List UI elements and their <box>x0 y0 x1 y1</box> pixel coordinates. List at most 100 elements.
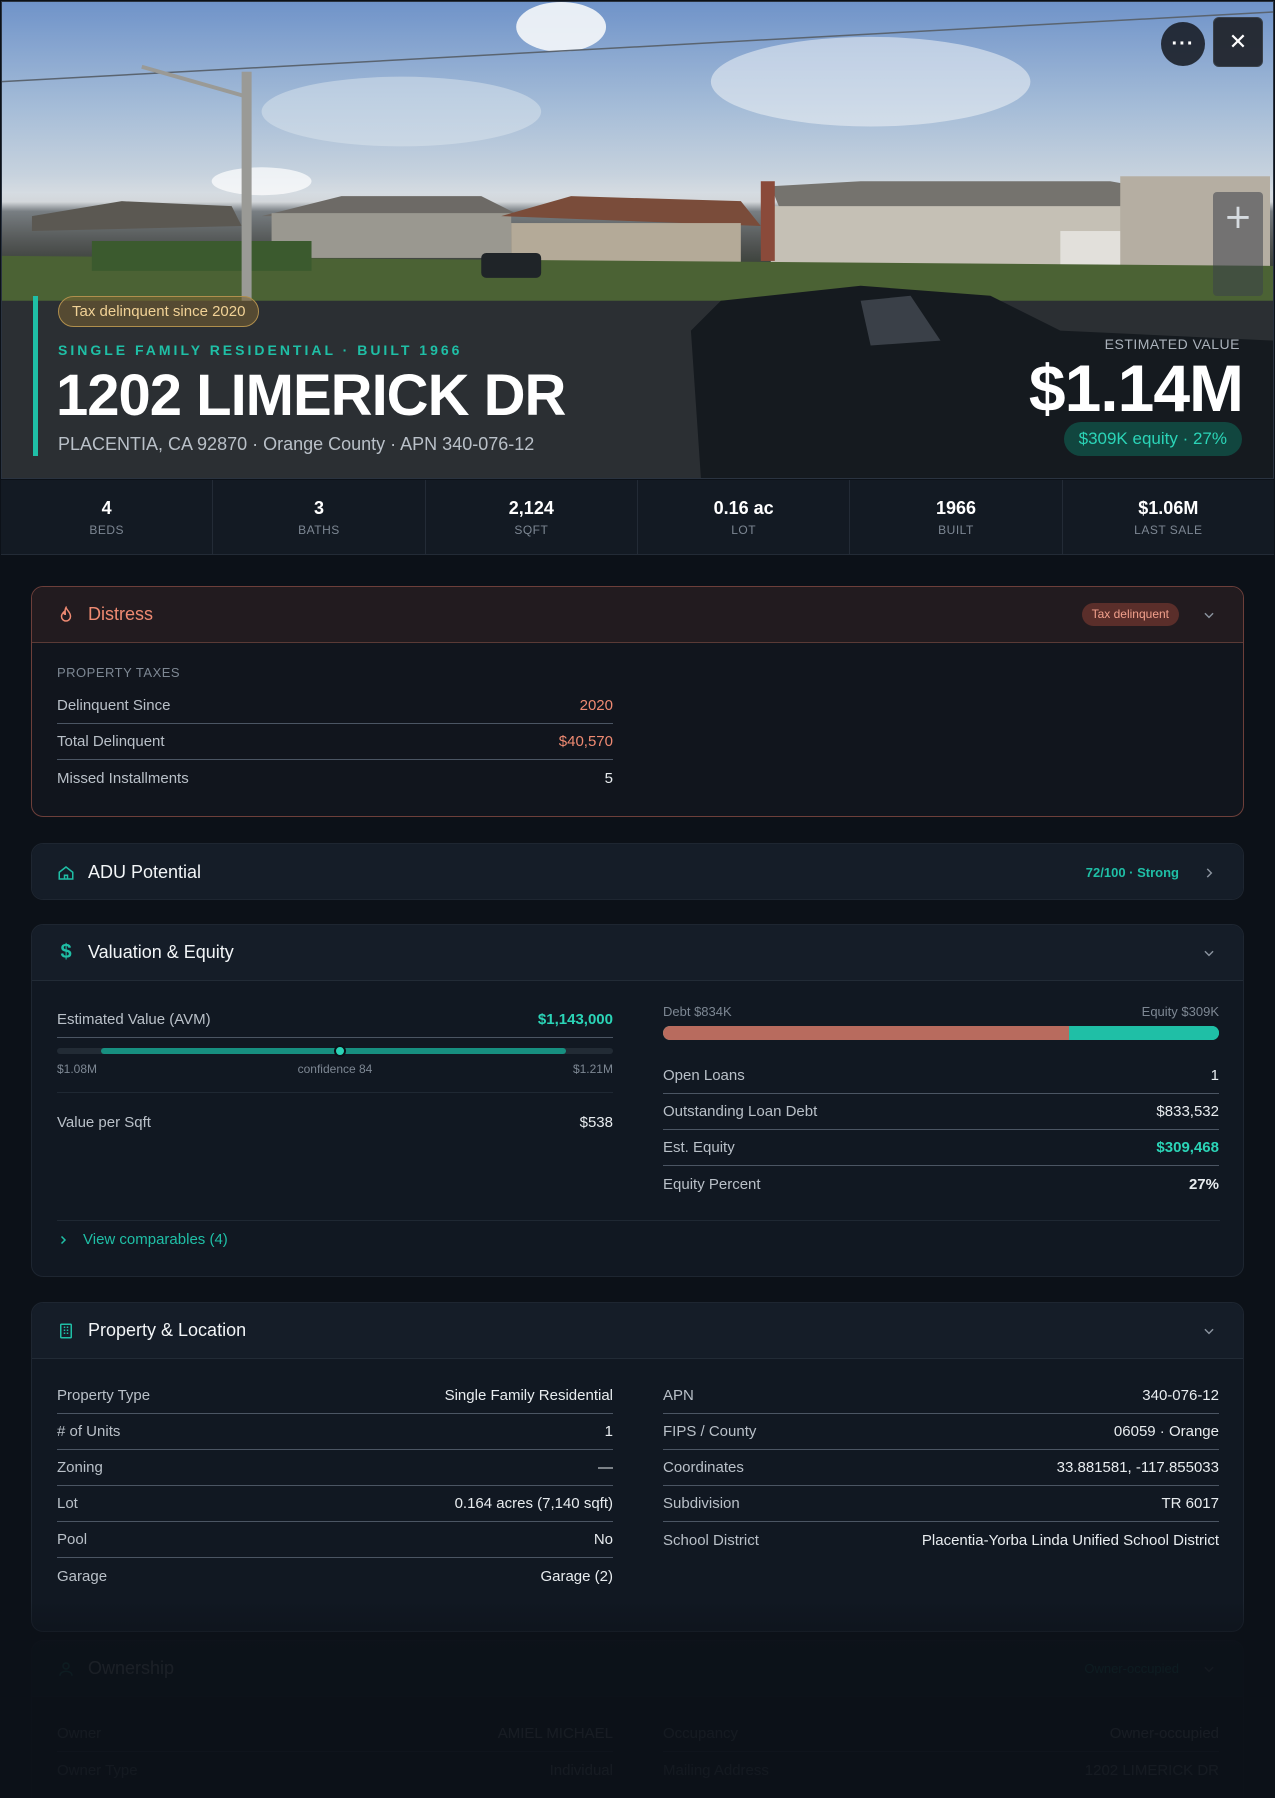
row-key: Total Delinquent <box>57 733 165 750</box>
zoom-control[interactable]: + <box>1213 192 1263 296</box>
row-value: 340-076-12 <box>1142 1387 1219 1404</box>
chevron-down-icon[interactable] <box>1199 943 1219 963</box>
row-value: Garage (2) <box>540 1567 613 1585</box>
range-high: $1.21M <box>572 1062 613 1076</box>
ownership-header[interactable]: Ownership Owner-occupied <box>32 1641 1243 1697</box>
home-icon <box>56 863 76 883</box>
distress-row: Total Delinquent $40,570 <box>57 724 613 760</box>
stat-lot: 0.16 ac LOT <box>638 480 851 554</box>
row-key: Mailing Address <box>663 1761 769 1779</box>
distress-header[interactable]: Distress Tax delinquent <box>32 587 1243 643</box>
row-value: 33.881581, -117.855033 <box>1056 1459 1219 1476</box>
adu-header[interactable]: ADU Potential 72/100 · Strong <box>32 844 1243 899</box>
ownership-row: Owner Type Individual <box>57 1752 613 1788</box>
comparables-label: View comparables (4) <box>83 1231 228 1248</box>
close-button[interactable]: ✕ <box>1213 17 1263 67</box>
row-key: Lot <box>57 1495 78 1512</box>
divider <box>57 1092 613 1093</box>
stat-label: BEDS <box>89 523 124 537</box>
row-key: Delinquent Since <box>57 697 171 714</box>
stat-label: BATHS <box>298 523 340 537</box>
range-low: $1.08M <box>57 1062 98 1076</box>
adu-card[interactable]: ADU Potential 72/100 · Strong <box>31 843 1244 900</box>
equity-badge: $309K equity · 27% <box>1063 422 1242 456</box>
property-row: Garage Garage (2) <box>57 1558 613 1594</box>
stat-value: 2,124 <box>508 498 554 518</box>
adu-score: 72/100 · Strong <box>1085 865 1179 880</box>
hero-streetview: ··· ✕ + Tax delinquent since 2020 SINGLE… <box>1 1 1274 479</box>
ownership-title: Ownership <box>88 1658 175 1678</box>
row-key: Pool <box>57 1531 88 1548</box>
building-icon <box>56 1321 76 1341</box>
avm-range-track <box>57 1045 613 1057</box>
row-key: Estimated Value (AVM) <box>57 1011 211 1028</box>
row-value: Individual <box>549 1761 613 1779</box>
chevron-down-icon[interactable] <box>1199 1659 1219 1679</box>
avm-confidence-marker <box>334 1045 346 1057</box>
row-value: TR 6017 <box>1161 1495 1219 1512</box>
location-row: APN 340-076-12 <box>663 1378 1219 1414</box>
stat-value: 4 <box>101 498 112 518</box>
chevron-right-icon <box>60 1235 67 1244</box>
stat-label: LAST SALE <box>1134 523 1203 537</box>
row-value: 0.164 acres (7,140 sqft) <box>454 1495 613 1512</box>
loan-row: Open Loans 1 <box>663 1058 1219 1094</box>
debt-segment <box>663 1026 1069 1040</box>
location-row: FIPS / County 06059 · Orange <box>663 1414 1219 1450</box>
stat-last-sale: $1.06M LAST SALE <box>1063 480 1274 554</box>
row-value: — <box>598 1459 613 1476</box>
debt-equity-labels: Debt $834K Equity $309K <box>663 1004 1219 1019</box>
chevron-down-icon[interactable] <box>1199 1321 1219 1341</box>
adu-title: ADU Potential <box>88 862 202 882</box>
stat-label: SQFT <box>514 523 549 537</box>
valuation-header[interactable]: $ Valuation & Equity <box>32 925 1243 981</box>
property-location-card: Property & Location Property Type Single … <box>31 1302 1244 1632</box>
ownership-card: Ownership Owner-occupied Owner AMIEL MICH… <box>31 1640 1244 1798</box>
row-value: 5 <box>604 769 613 787</box>
row-key: Coordinates <box>663 1459 744 1476</box>
property-subtype: SINGLE FAMILY RESIDENTIAL · BUILT 1966 <box>58 342 463 358</box>
view-comparables-link[interactable]: View comparables (4) <box>57 1231 228 1248</box>
row-key: APN <box>663 1387 694 1404</box>
property-header[interactable]: Property & Location <box>32 1303 1243 1359</box>
debt-label: Debt $834K <box>663 1004 732 1019</box>
row-value: Placentia-Yorba Linda Unified School Dis… <box>921 1531 1219 1549</box>
row-key: Missed Installments <box>57 769 189 787</box>
debt-equity-bar <box>663 1026 1219 1040</box>
row-key: Equity Percent <box>663 1175 761 1193</box>
row-key: FIPS / County <box>663 1423 757 1440</box>
row-value: No <box>593 1531 613 1548</box>
stat-built: 1966 BUILT <box>850 480 1063 554</box>
distress-row: Missed Installments 5 <box>57 760 613 796</box>
ownership-badge: Owner-occupied <box>1084 1661 1179 1676</box>
divider <box>57 1220 1220 1221</box>
chevron-right-icon[interactable] <box>1199 863 1219 883</box>
estimated-value: $1.14M <box>1028 351 1244 425</box>
more-options-button[interactable]: ··· <box>1161 22 1205 66</box>
avm-legend: $1.08M confidence 84 $1.21M <box>57 1062 613 1076</box>
row-value: 1202 LIMERICK DR <box>1084 1761 1219 1779</box>
distress-badge: Tax delinquent <box>1081 603 1179 626</box>
row-key: Property Type <box>57 1387 151 1404</box>
location-row: Subdivision TR 6017 <box>663 1486 1219 1522</box>
valuation-title: Valuation & Equity <box>88 942 234 962</box>
row-key: School District <box>663 1531 759 1549</box>
row-key: # of Units <box>57 1423 121 1440</box>
row-value: Owner-occupied <box>1109 1725 1219 1742</box>
chevron-down-icon[interactable] <box>1199 605 1219 625</box>
more-icon: ··· <box>1171 32 1195 55</box>
row-key: Est. Equity <box>663 1139 735 1156</box>
equity-label: Equity $309K <box>1141 1004 1219 1019</box>
stat-value: 0.16 ac <box>713 498 774 518</box>
row-value: $833,532 <box>1156 1103 1219 1120</box>
stat-beds: 4 BEDS <box>1 480 214 554</box>
zoom-in-icon[interactable]: + <box>1213 192 1263 242</box>
row-key: Open Loans <box>663 1067 745 1084</box>
ownership-row: Occupancy Owner-occupied <box>663 1716 1219 1752</box>
stat-sqft: 2,124 SQFT <box>426 480 638 554</box>
stat-value: 3 <box>313 498 324 518</box>
stat-value: $1.06M <box>1138 498 1199 518</box>
property-address: 1202 LIMERICK DR <box>56 363 566 428</box>
loan-row: Outstanding Loan Debt $833,532 <box>663 1094 1219 1130</box>
property-taxes-label: PROPERTY TAXES <box>57 665 181 680</box>
